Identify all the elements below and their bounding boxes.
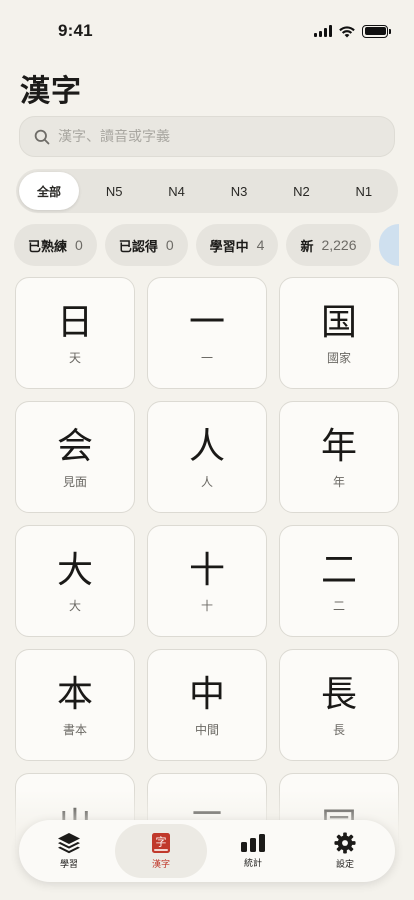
stat-value: 4: [256, 237, 265, 253]
gear-icon: [334, 832, 356, 854]
kanji-meaning: 見面: [62, 474, 87, 489]
kanji-char: 中: [188, 673, 225, 715]
stack-icon: [58, 833, 80, 854]
stat-learning[interactable]: 學習中 4: [195, 224, 279, 266]
kanji-meaning: 天: [68, 350, 81, 365]
tab-bar: 學習 字 漢字 統計 設定: [19, 820, 395, 882]
stat-recognized[interactable]: 已認得 0: [104, 224, 188, 266]
kanji-char: 二: [320, 549, 357, 591]
kanji-char: 一: [188, 301, 225, 343]
search-bar[interactable]: [19, 116, 395, 157]
kanji-meaning: 二: [332, 598, 345, 613]
kanji-card[interactable]: 一一: [147, 277, 267, 389]
kanji-char: 年: [320, 425, 357, 467]
level-n4[interactable]: N4: [145, 172, 207, 210]
kanji-card[interactable]: 年年: [279, 401, 399, 513]
status-time: 9:41: [58, 21, 93, 40]
kanji-card[interactable]: 本書本: [15, 649, 135, 761]
kanji-meaning: 長: [332, 722, 345, 737]
tab-study[interactable]: 學習: [23, 824, 115, 878]
tab-stats[interactable]: 統計: [207, 824, 299, 878]
progress-stats: 已熟練 0 已認得 0 學習中 4 新 2,226: [14, 224, 414, 266]
kanji-meaning: 一: [200, 350, 213, 365]
kanji-card[interactable]: 二二: [279, 525, 399, 637]
level-n2[interactable]: N2: [270, 172, 332, 210]
cellular-signal-icon: [314, 25, 332, 37]
kanji-card[interactable]: 大大: [15, 525, 135, 637]
kanji-char: 国: [320, 301, 357, 343]
kanji-grid: 日天 一一 国國家 会見面 人人 年年 大大 十十 二二 本書本 中中間 長長 …: [15, 277, 399, 885]
stat-value: 0: [75, 237, 83, 253]
tab-label: 統計: [243, 859, 262, 869]
level-n3[interactable]: N3: [208, 172, 270, 210]
kanji-card[interactable]: 国國家: [279, 277, 399, 389]
kanji-meaning: 大: [68, 598, 81, 613]
level-all-label: 全部: [36, 184, 61, 199]
battery-icon: [362, 24, 391, 38]
kanji-char: 日: [56, 301, 93, 343]
kanji-card[interactable]: 人人: [147, 401, 267, 513]
kanji-meaning: 十: [200, 598, 213, 613]
kanji-char: 大: [56, 549, 93, 591]
stat-value: 0: [165, 237, 174, 253]
stat-more[interactable]: [378, 224, 399, 266]
stat-new[interactable]: 新 2,226: [286, 224, 371, 266]
stat-label: 已認得: [118, 239, 158, 255]
kanji-meaning: 年: [332, 474, 345, 489]
kanji-card[interactable]: 中中間: [147, 649, 267, 761]
kanji-meaning: 中間: [194, 722, 219, 737]
kanji-card[interactable]: 日天: [15, 277, 135, 389]
level-filter: 全部 N5 N4 N3 N2 N1: [16, 169, 398, 213]
stat-label: 學習中: [209, 239, 249, 255]
level-n1[interactable]: N1: [333, 172, 395, 210]
level-n5[interactable]: N5: [83, 172, 145, 210]
kanji-meaning: 國家: [326, 350, 351, 365]
status-bar: 9:41: [0, 0, 414, 54]
level-all[interactable]: 全部: [19, 172, 79, 210]
kanji-char: 人: [188, 425, 225, 467]
kanji-meaning: 人: [200, 474, 213, 489]
tab-label: 設定: [335, 860, 354, 870]
stat-mastered[interactable]: 已熟練 0: [14, 224, 97, 266]
kanji-char: 十: [188, 549, 225, 591]
kanji-char: 本: [56, 673, 93, 715]
kanji-card[interactable]: 長長: [279, 649, 399, 761]
kanji-meaning: 書本: [62, 722, 87, 737]
bar-chart-icon: [241, 834, 265, 852]
search-input[interactable]: [58, 128, 358, 145]
search-icon: [34, 129, 50, 144]
kanji-char: 長: [320, 673, 357, 715]
kanji-book-icon: 字: [152, 833, 170, 853]
tab-label: 學習: [59, 860, 78, 870]
svg-text:字: 字: [156, 835, 167, 849]
kanji-card[interactable]: 十十: [147, 525, 267, 637]
status-icons: [314, 24, 391, 38]
kanji-card[interactable]: 会見面: [15, 401, 135, 513]
stat-value: 2,226: [321, 237, 357, 253]
wifi-icon: [339, 25, 355, 37]
kanji-char: 会: [56, 425, 93, 467]
stat-label: 已熟練: [28, 239, 68, 255]
page-title: 漢字: [20, 74, 82, 109]
tab-kanji[interactable]: 字 漢字: [115, 824, 207, 878]
tab-label: 漢字: [151, 860, 170, 870]
tab-settings[interactable]: 設定: [299, 824, 391, 878]
stat-label: 新: [300, 239, 314, 255]
